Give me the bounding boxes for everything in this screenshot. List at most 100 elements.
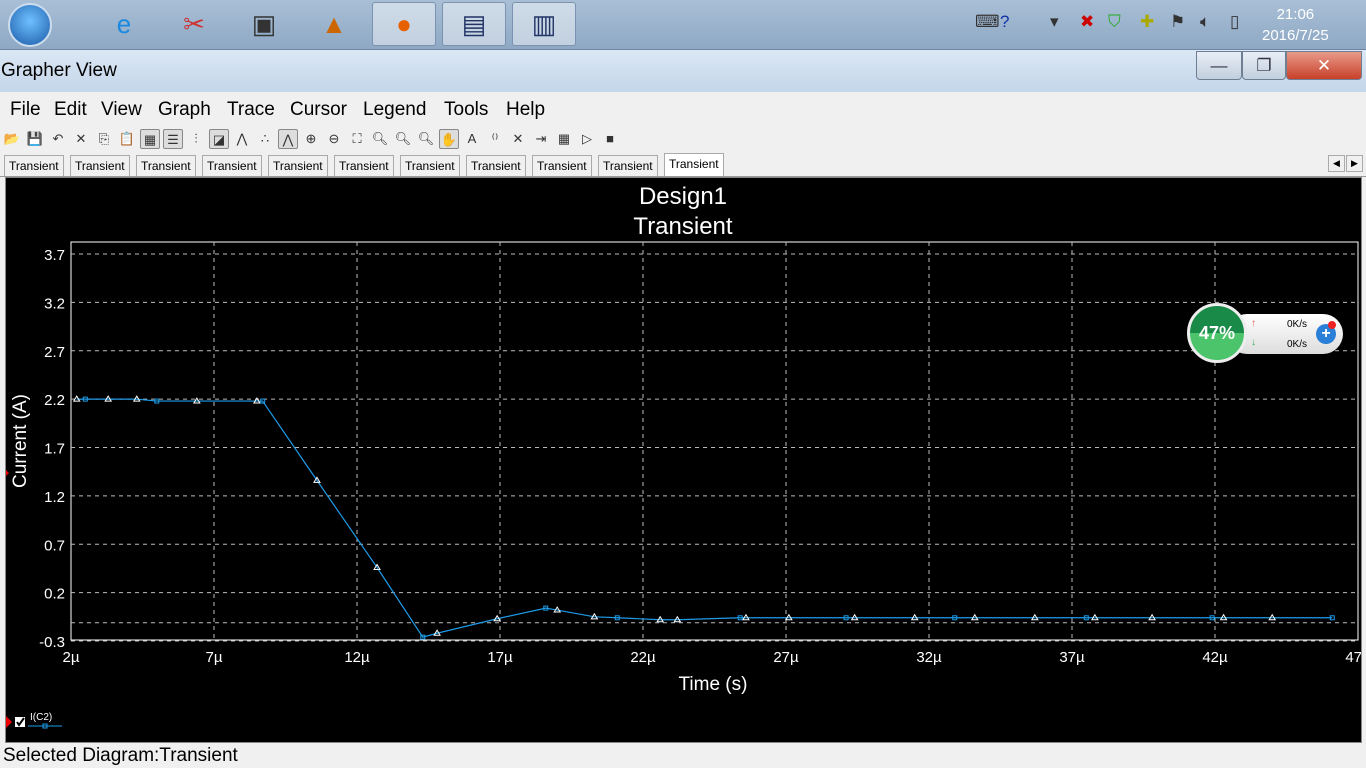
tab-transient-4[interactable]: Transient [202,155,262,176]
lines-points-icon[interactable]: ⋀ [278,129,298,149]
y-tick-label: 2.2 [44,392,65,409]
start-button[interactable] [8,3,52,47]
network-disconnected-icon[interactable]: ✖ [1080,12,1094,32]
menu-view[interactable]: View [101,99,142,121]
status-bar: Selected Diagram:Transient [3,745,238,766]
zoom-in-icon[interactable]: ⊕ [301,129,321,149]
zoom-fit-icon[interactable]: ⛶ [347,129,367,149]
plus-icon[interactable]: ✚ [1140,12,1154,32]
cursor-icon[interactable]: ✕ [508,129,528,149]
y-tick-label: 3.2 [44,295,65,312]
menu-file[interactable]: File [10,99,41,121]
x-tick-label: 22µ [630,649,656,666]
lines-icon[interactable]: ⋀ [232,129,252,149]
label-icon[interactable]: ⁽⁾ [485,129,505,149]
zoom-out-icon[interactable]: ⊖ [324,129,344,149]
paste-icon[interactable]: 📋 [117,129,137,149]
y-axis-label: Current (A) [10,394,31,488]
tab-scroll-left-button[interactable]: ◀ [1328,155,1345,172]
notification-dot [1328,321,1336,329]
menu-tools[interactable]: Tools [444,99,488,121]
x-axis-label: Time (s) [679,674,748,695]
grid-icon[interactable]: ▦ [140,129,160,149]
pan-icon[interactable]: ✋ [439,129,459,149]
tab-transient-5[interactable]: Transient [268,155,328,176]
tab-transient-9[interactable]: Transient [532,155,592,176]
x-tick-label: 7µ [206,649,223,666]
stop-icon[interactable]: ■ [600,129,620,149]
tab-scroll-right-button[interactable]: ▶ [1346,155,1363,172]
pcb-app-icon[interactable]: ▥ [512,2,576,46]
x-tick-label: 42µ [1202,649,1228,666]
trace-marker-icon [1,465,9,481]
chart-icon[interactable]: ⫶ [186,129,206,149]
circuit-app-icon[interactable]: ▤ [442,2,506,46]
snipping-tool-icon[interactable]: ✂ [162,2,226,46]
save-icon[interactable]: 💾 [25,129,45,149]
tab-transient-7[interactable]: Transient [400,155,460,176]
menu-trace[interactable]: Trace [227,99,275,121]
open-icon[interactable]: 📂 [2,129,22,149]
legend-icon[interactable]: ☰ [163,129,183,149]
legend-entry: I(C2) [30,712,52,723]
chevron-down-icon[interactable]: ▾ [1050,12,1059,32]
overlay-icon[interactable]: ▦ [554,129,574,149]
invert-colors-icon[interactable]: ◪ [209,129,229,149]
y-tick-label: 0.7 [44,537,65,554]
zoom-x-icon[interactable]: 🔍︎ [370,129,390,149]
x-tick-label: 2µ [63,649,80,666]
shield-icon[interactable]: ⛉ [1108,12,1121,32]
x-tick-label: 32µ [916,649,942,666]
help-icon[interactable]: ? [1000,12,1009,32]
delete-icon[interactable]: ✕ [71,129,91,149]
menu-cursor[interactable]: Cursor [290,99,347,121]
minimize-button[interactable]: — [1196,51,1242,80]
tab-transient-8[interactable]: Transient [466,155,526,176]
points-icon[interactable]: ∴ [255,129,275,149]
firefox-icon[interactable]: ● [372,2,436,46]
series-line [76,398,1333,638]
tab-transient-2[interactable]: Transient [70,155,130,176]
close-button[interactable]: ✕ [1286,51,1362,80]
chart-title: Design1 [639,183,727,210]
chip-app-icon[interactable]: ▣ [232,2,296,46]
copy-icon[interactable]: ⎘ [94,129,114,149]
menu-legend[interactable]: Legend [363,99,426,121]
restore-button[interactable]: ❐ [1242,51,1286,80]
x-tick-label: 17µ [487,649,513,666]
tab-transient-10[interactable]: Transient [598,155,658,176]
tab-transient-11[interactable]: Transient [664,153,724,176]
transient-chart[interactable]: Design1 Transient 2µ 7µ 12µ 17µ 22µ 27µ 32µ 37µ 42… [1,178,1366,742]
clock[interactable]: 21:06 2016/7/25 [1262,4,1329,46]
y-tick-label: 0.2 [44,586,65,603]
flag-icon[interactable]: ⚑ [1170,12,1185,32]
network-speed-widget[interactable]: 47% ↑ ↓ 0K/s 0K/s + [1187,303,1345,363]
internet-explorer-icon[interactable]: e [92,2,156,46]
volume-icon[interactable]: 🔈︎ [1200,12,1210,32]
matlab-icon[interactable]: ▲ [302,2,366,46]
properties-icon[interactable]: ▷ [577,129,597,149]
export-icon[interactable]: ⇥ [531,129,551,149]
zoom-y-icon[interactable]: 🔍︎ [393,129,413,149]
keyboard-icon[interactable]: ⌨ [975,12,1000,32]
clock-time: 21:06 [1276,6,1315,23]
undo-icon[interactable]: ↶ [48,129,68,149]
tab-transient-6[interactable]: Transient [334,155,394,176]
menu-edit[interactable]: Edit [54,99,87,121]
menu-graph[interactable]: Graph [158,99,211,121]
text-icon[interactable]: A [462,129,482,149]
upload-rate: 0K/s [1287,319,1308,330]
x-tick-label: 12µ [344,649,370,666]
diagram-tabs: ◀ ▶ Transient Transient Transient Transient… [0,153,1366,177]
graph-area[interactable]: Design1 Transient 2µ 7µ 12µ 17µ 22µ 27µ 32µ 37µ 42… [1,177,1366,743]
tab-transient-1[interactable]: Transient [4,155,64,176]
battery-icon[interactable]: ▯ [1230,12,1239,32]
x-tick-label: 47µ [1345,649,1361,666]
legend-marker-icon [6,716,12,728]
menu-help[interactable]: Help [506,99,545,121]
download-arrow-icon: ↓ [1251,337,1256,348]
tab-transient-3[interactable]: Transient [136,155,196,176]
zoom-xy-icon[interactable]: 🔍︎ [416,129,436,149]
menu-bar: File Edit View Graph Trace Cursor Legend Tools H… [0,94,1366,126]
y-tick-label: 1.2 [44,489,65,506]
